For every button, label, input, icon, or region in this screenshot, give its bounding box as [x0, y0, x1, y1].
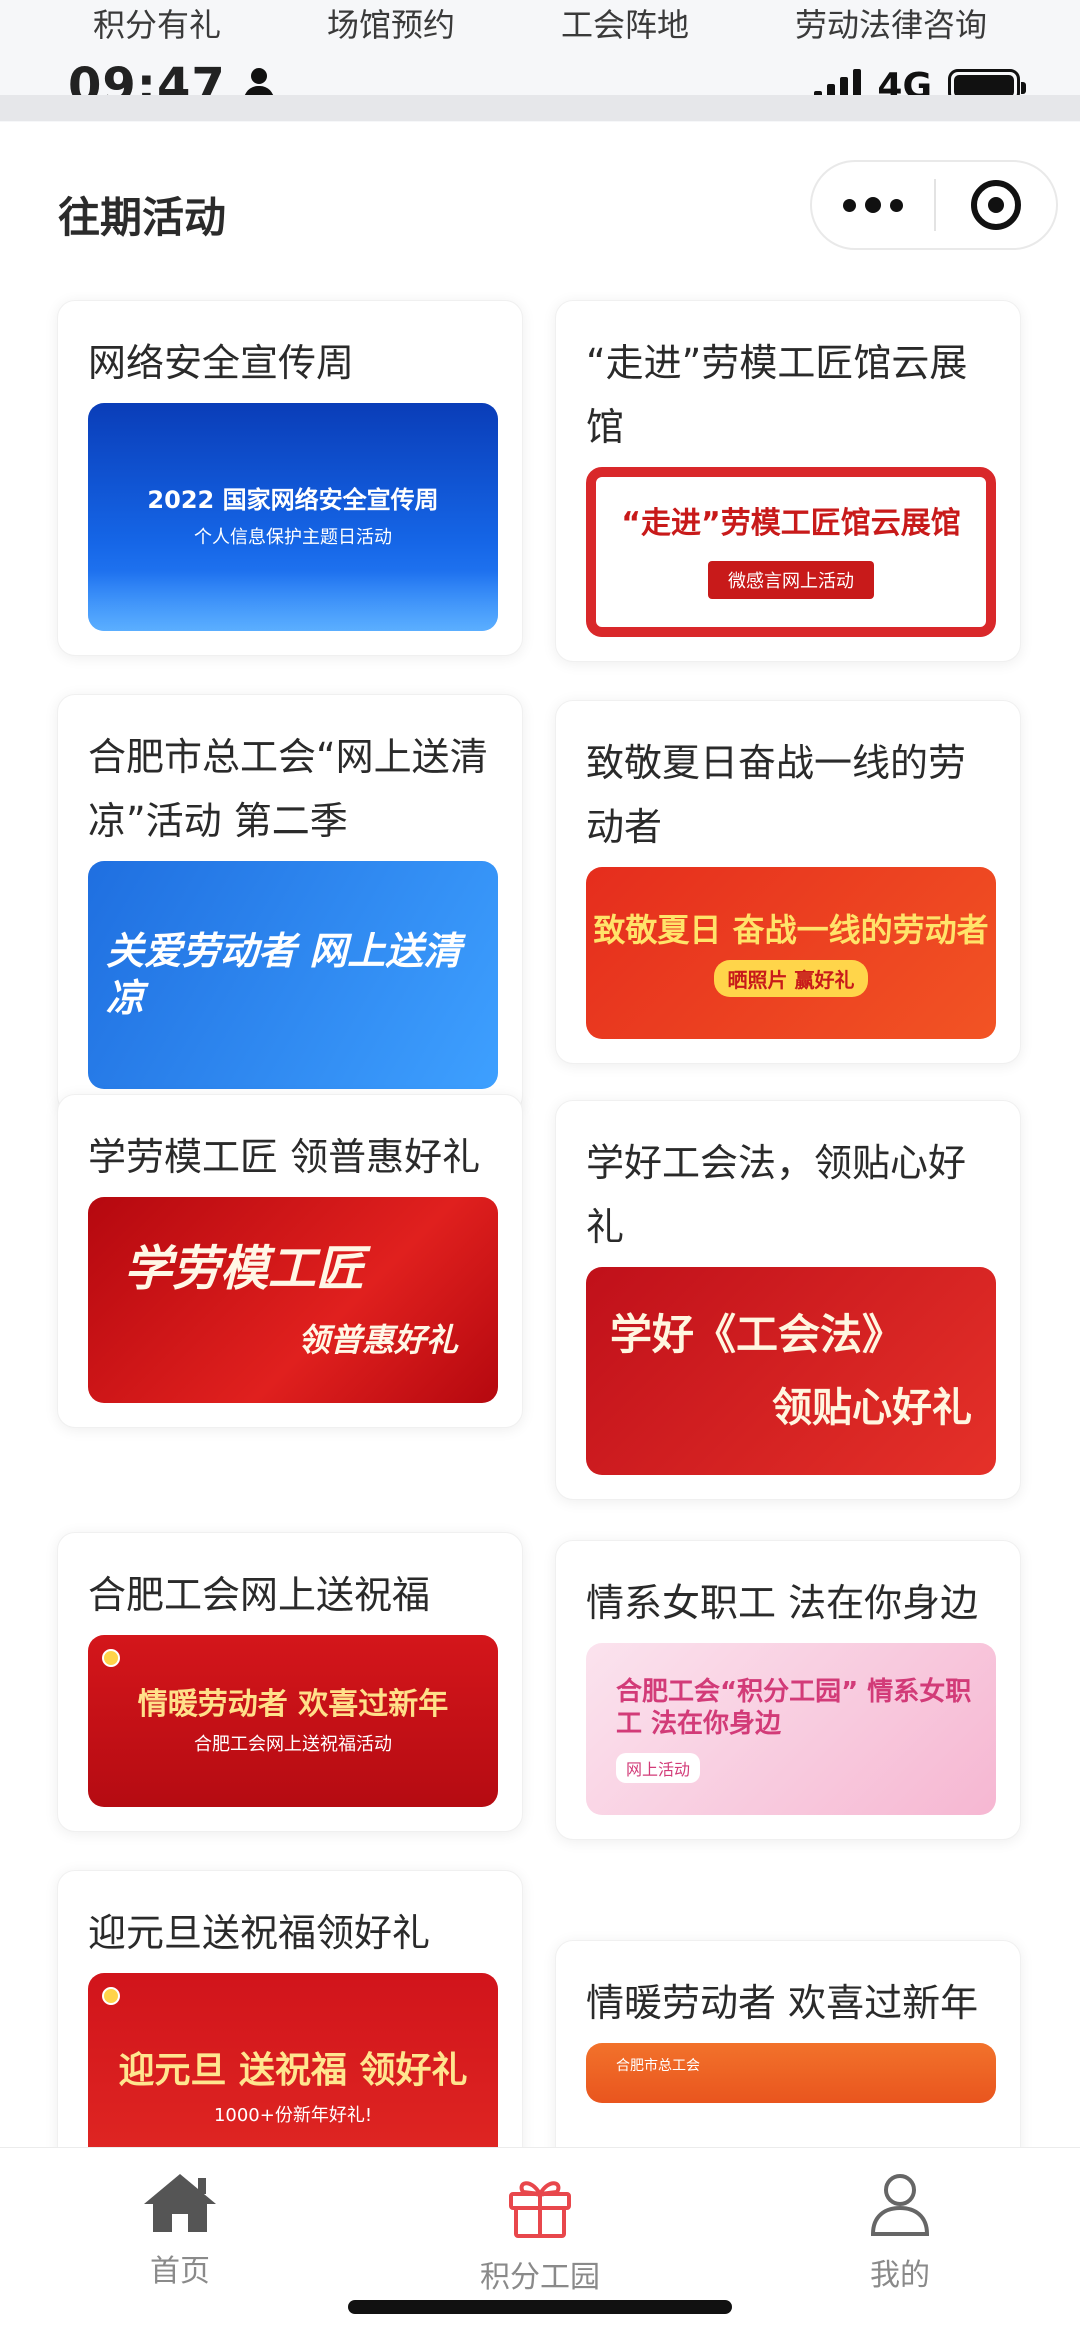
activity-title: 学好工会法，领贴心好礼	[586, 1141, 967, 1249]
banner-subtitle: 领贴心好礼	[772, 1385, 972, 1432]
banner-title: 关爱劳动者 网上送清凉	[106, 928, 462, 1021]
banner-subtitle: 个人信息保护主题日活动	[194, 527, 392, 548]
city-skyline-decoration	[88, 571, 498, 631]
activity-title: 网络安全宣传周	[88, 341, 355, 385]
close-miniprogram-icon[interactable]	[936, 162, 1056, 248]
activity-card[interactable]: “走进”劳模工匠馆云展馆 “走进”劳模工匠馆云展馆 微感言网上活动	[555, 300, 1021, 662]
activity-card[interactable]: 合肥工会网上送祝福 情暖劳动者 欢喜过新年 合肥工会网上送祝福活动	[57, 1532, 523, 1832]
banner-title: 学劳模工匠	[124, 1241, 365, 1297]
banner-subtitle: 合肥市总工会	[616, 2058, 700, 2074]
banner-subtitle: 合肥工会网上送祝福活动	[194, 1733, 392, 1755]
activity-banner: 2022 国家网络安全宣传周 个人信息保护主题日活动	[88, 403, 498, 631]
banner-title: 学好《工会法》	[610, 1309, 905, 1359]
activity-title: 致敬夏日奋战一线的劳动者	[586, 741, 967, 849]
activity-card[interactable]: 网络安全宣传周 2022 国家网络安全宣传周 个人信息保护主题日活动	[57, 300, 523, 656]
page-title: 往期活动	[58, 193, 227, 242]
activity-grid: 网络安全宣传周 2022 国家网络安全宣传周 个人信息保护主题日活动 合肥市总工…	[0, 292, 1080, 2147]
banner-subtitle: 1000+份新年好礼!	[213, 2104, 373, 2126]
tab-points[interactable]: 积分工园	[440, 2172, 640, 2296]
activity-banner: 情暖劳动者 欢喜过新年 合肥工会网上送祝福活动	[88, 1635, 498, 1807]
home-icon	[142, 2172, 218, 2234]
activity-card[interactable]: 学好工会法，领贴心好礼 学好《工会法》 领贴心好礼	[555, 1100, 1021, 1500]
banner-subtitle: 网上活动	[616, 1752, 701, 1783]
activity-card[interactable]: 情暖劳动者 欢喜过新年 合肥市总工会	[555, 1940, 1021, 2147]
banner-title: 致敬夏日 奋战一线的劳动者	[593, 910, 989, 949]
union-logo-icon	[102, 1987, 120, 2005]
activity-banner: 学好《工会法》 领贴心好礼	[586, 1267, 996, 1475]
banner-subtitle: 晒照片 赢好礼	[713, 959, 869, 997]
divider-strip	[0, 95, 1080, 121]
tab-label: 积分工园	[480, 2260, 600, 2295]
tab-mine[interactable]: 我的	[800, 2172, 1000, 2294]
activity-title: 学劳模工匠 领普惠好礼	[88, 1135, 481, 1179]
activity-title: 合肥工会网上送祝福	[88, 1573, 431, 1617]
more-icon[interactable]	[812, 162, 934, 248]
user-icon	[869, 2172, 931, 2238]
banner-subtitle: 领普惠好礼	[297, 1321, 458, 1359]
tab-label: 我的	[870, 2258, 930, 2293]
activity-banner: 学劳模工匠 领普惠好礼	[88, 1197, 498, 1403]
banner-title: 2022 国家网络安全宣传周	[147, 486, 439, 514]
activity-title: 情系女职工 法在你身边	[586, 1581, 979, 1625]
activity-banner: 关爱劳动者 网上送清凉	[88, 861, 498, 1089]
union-logo-icon	[102, 1649, 120, 1667]
miniprogram-capsule	[810, 160, 1058, 250]
activity-banner: 合肥市总工会	[586, 2043, 996, 2103]
activity-card[interactable]: 情系女职工 法在你身边 合肥工会“积分工园” 情系女职工 法在你身边 网上活动	[555, 1540, 1021, 1840]
tab-label: 首页	[150, 2254, 210, 2289]
banner-title: “走进”劳模工匠馆云展馆	[621, 506, 961, 542]
activity-title: 情暖劳动者 欢喜过新年	[586, 1981, 979, 2025]
activity-title: 合肥市总工会“网上送清凉”活动 第二季	[88, 735, 488, 843]
banner-title: 迎元旦 送祝福 领好礼	[118, 2049, 468, 2091]
activity-banner: “走进”劳模工匠馆云展馆 微感言网上活动	[586, 467, 996, 637]
banner-subtitle: 微感言网上活动	[708, 560, 874, 599]
app-screen: 积分有礼 场馆预约 工会阵地 劳动法律咨询 09:47 4G 往期活动 网络安全…	[0, 0, 1080, 2339]
home-indicator[interactable]	[348, 2300, 732, 2314]
activity-card[interactable]: 合肥市总工会“网上送清凉”活动 第二季 关爱劳动者 网上送清凉	[57, 694, 523, 1114]
tab-home[interactable]: 首页	[80, 2172, 280, 2290]
page-header: 往期活动	[0, 122, 1080, 292]
banner-title: 合肥工会“积分工园” 情系女职工 法在你身边	[616, 1676, 972, 1740]
activity-card[interactable]: 迎元旦送祝福领好礼 迎元旦 送祝福 领好礼 1000+份新年好礼!	[57, 1870, 523, 2147]
activity-title: “走进”劳模工匠馆云展馆	[586, 341, 968, 449]
activity-banner: 致敬夏日 奋战一线的劳动者 晒照片 赢好礼	[586, 867, 996, 1039]
activity-card[interactable]: 学劳模工匠 领普惠好礼 学劳模工匠 领普惠好礼	[57, 1094, 523, 1428]
banner-title: 情暖劳动者 欢喜过新年	[137, 1687, 449, 1723]
activity-title: 迎元旦送祝福领好礼	[88, 1911, 431, 1955]
activity-card[interactable]: 致敬夏日奋战一线的劳动者 致敬夏日 奋战一线的劳动者 晒照片 赢好礼	[555, 700, 1021, 1064]
activity-banner: 迎元旦 送祝福 领好礼 1000+份新年好礼!	[88, 1973, 498, 2147]
gift-icon	[505, 2172, 575, 2240]
activity-banner: 合肥工会“积分工园” 情系女职工 法在你身边 网上活动	[586, 1643, 996, 1815]
